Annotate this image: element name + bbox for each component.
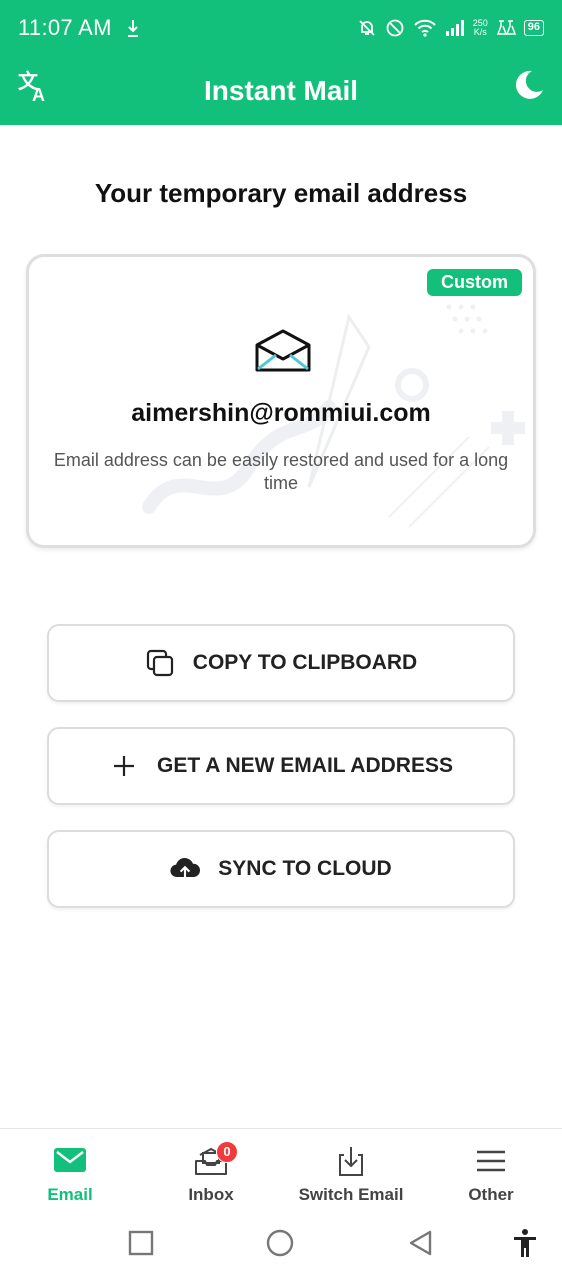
copy-button-label: COPY TO CLIPBOARD — [192, 651, 418, 674]
status-bar: 11:07 AM 250 K/s 96 — [0, 0, 562, 56]
do-not-disturb-icon — [386, 19, 404, 37]
nav-other[interactable]: Other — [421, 1129, 561, 1211]
accessibility-icon[interactable] — [510, 1228, 540, 1258]
app-header: 11:07 AM 250 K/s 96 文 A Instant Mail — [0, 0, 562, 125]
sync-to-cloud-button[interactable]: SYNC TO CLOUD — [47, 830, 515, 908]
app-bar: 文 A Instant Mail — [0, 56, 562, 125]
email-note: Email address can be easily restored and… — [53, 450, 509, 493]
get-new-email-button[interactable]: GET A NEW EMAIL ADDRESS — [47, 727, 515, 805]
cloud-upload-icon — [170, 858, 201, 880]
menu-icon — [477, 1150, 505, 1172]
copy-to-clipboard-button[interactable]: COPY TO CLIPBOARD — [47, 624, 515, 702]
nav-switch-email[interactable]: Switch Email — [281, 1129, 421, 1211]
network-speed-unit: K/s — [473, 27, 487, 37]
nav-inbox[interactable]: 0 Inbox — [141, 1129, 281, 1211]
recent-apps-icon[interactable] — [126, 1228, 156, 1258]
email-card: Custom aimershin@rommiui.com Email addre… — [26, 254, 536, 548]
plus-icon — [114, 756, 135, 776]
translate-icon[interactable]: 文 A — [16, 68, 52, 104]
mail-icon — [54, 1148, 86, 1172]
nav-inbox-label: Inbox — [188, 1185, 234, 1204]
signal-icon — [445, 20, 464, 36]
download-tray-icon — [339, 1147, 363, 1176]
copy-icon — [146, 649, 173, 677]
back-icon[interactable] — [406, 1228, 436, 1258]
status-icons: 250 K/s 96 — [357, 18, 544, 38]
home-icon[interactable] — [265, 1228, 295, 1258]
moon-icon[interactable] — [512, 68, 546, 102]
email-address[interactable]: aimershin@rommiui.com — [29, 399, 533, 428]
svg-text:A: A — [32, 85, 45, 104]
mute-bell-icon — [359, 20, 375, 36]
page-heading: Your temporary email address — [94, 178, 468, 208]
nav-email[interactable]: Email — [0, 1129, 140, 1211]
sync-button-label: SYNC TO CLOUD — [218, 857, 392, 880]
envelope-open-icon — [255, 329, 311, 372]
nav-email-label: Email — [47, 1185, 93, 1204]
nav-other-label: Other — [468, 1185, 514, 1204]
system-navigation — [0, 1210, 562, 1280]
custom-badge: Custom — [427, 269, 522, 296]
nav-switch-label: Switch Email — [298, 1185, 404, 1204]
new-email-button-label: GET A NEW EMAIL ADDRESS — [157, 754, 453, 777]
wifi-icon — [414, 19, 436, 37]
app-title: Instant Mail — [203, 74, 358, 106]
status-time: 11:07 AM — [18, 15, 112, 40]
inbox-count-badge: 0 — [216, 1141, 238, 1163]
battery-indicator: 96 — [523, 20, 544, 36]
bottom-navigation: Email 0 Inbox Switch Email Other — [0, 1128, 562, 1210]
network-speed: 250 K/s — [473, 19, 488, 37]
download-icon — [127, 20, 138, 37]
beaker-icon — [496, 20, 516, 35]
